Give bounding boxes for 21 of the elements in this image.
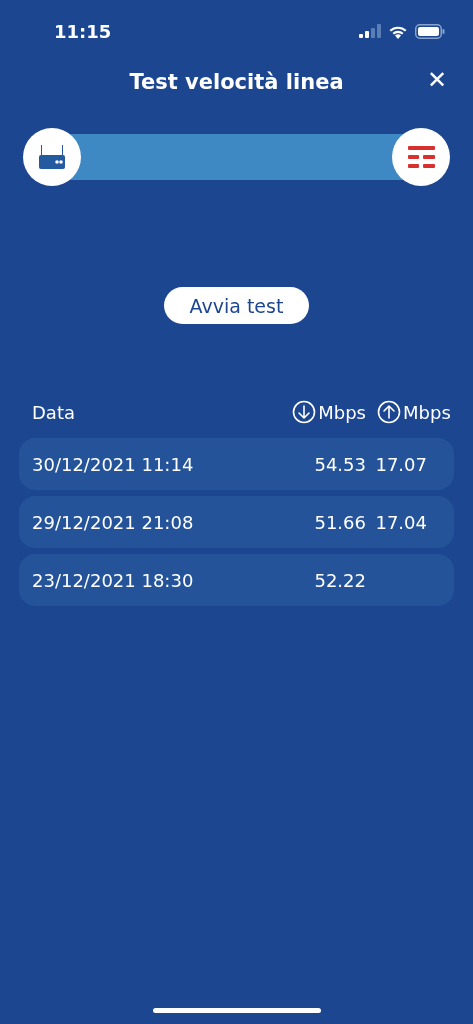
- start-test-button[interactable]: Avvia test: [164, 287, 309, 324]
- upload-value: 17.07: [374, 453, 428, 475]
- upload-value: 17.04: [374, 511, 428, 533]
- router-icon: [39, 145, 65, 169]
- date-text: 23/12/2021 18:30: [32, 569, 195, 591]
- close-button[interactable]: ✕: [422, 66, 451, 94]
- download-icon: [292, 400, 317, 424]
- signal-icon: [359, 24, 381, 38]
- battery-icon: [415, 23, 445, 39]
- status-time: 11:15: [54, 20, 113, 42]
- screen-title: Test velocità linea: [129, 70, 344, 94]
- column-header: Data: [32, 401, 76, 423]
- date-text: 29/12/2021 21:08: [32, 511, 195, 533]
- date-text: 30/12/2021 11:14: [32, 453, 195, 475]
- upload-icon: [377, 400, 401, 424]
- column-header: Mbps: [318, 401, 366, 423]
- download-value: 51.66: [313, 511, 366, 533]
- column-header: Mbps: [403, 401, 451, 423]
- download-value: 52.22: [313, 569, 366, 591]
- download-value: 54.53: [313, 453, 366, 475]
- logo-icon: [407, 146, 435, 168]
